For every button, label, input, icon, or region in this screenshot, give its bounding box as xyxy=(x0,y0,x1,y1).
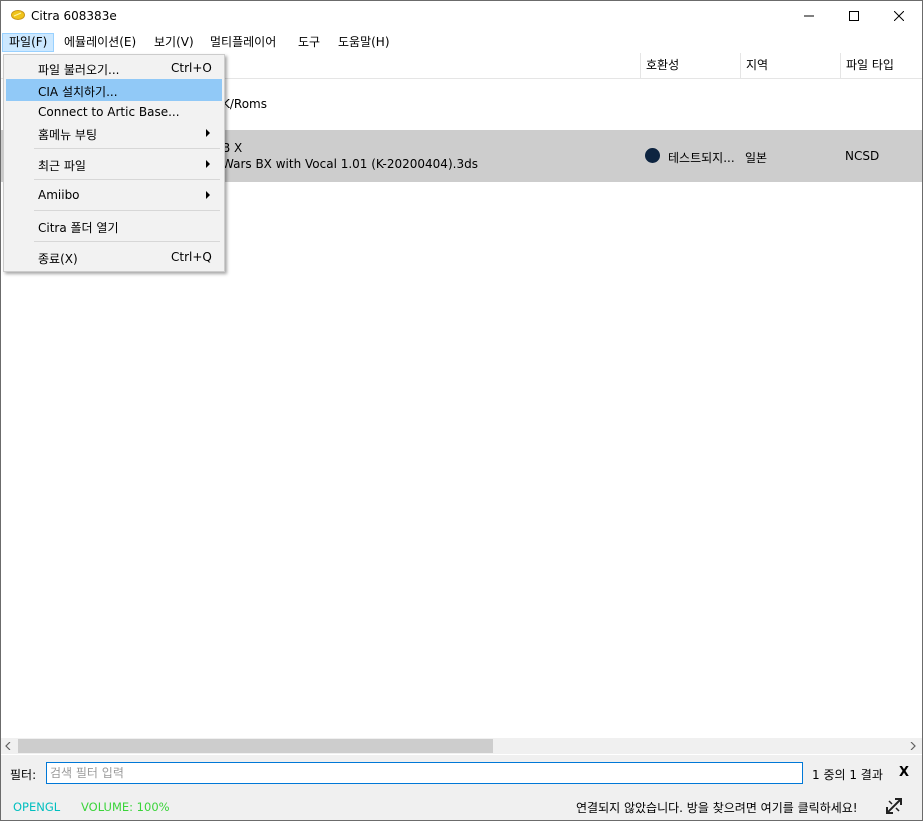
compatibility-indicator-icon xyxy=(645,148,660,163)
menu-item-label: 파일 불러오기... xyxy=(38,63,120,77)
menu-emulation[interactable]: 에뮬레이션(E) xyxy=(58,33,142,52)
maximize-icon xyxy=(848,11,859,21)
menu-separator xyxy=(34,179,220,180)
menu-separator xyxy=(34,210,220,211)
menu-item-exit[interactable]: 종료(X) Ctrl+Q xyxy=(6,246,222,268)
scroll-left-arrow-icon[interactable] xyxy=(4,742,12,750)
volume-status[interactable]: VOLUME: 100% xyxy=(81,800,170,814)
column-region[interactable]: 지역 xyxy=(741,53,768,78)
column-file-type[interactable]: 파일 타입 xyxy=(841,53,894,78)
menu-separator xyxy=(34,148,220,149)
game-region: 일본 xyxy=(745,151,768,165)
menu-item-recent-files[interactable]: 최근 파일 xyxy=(6,153,222,175)
menu-tools[interactable]: 도구 xyxy=(292,33,326,52)
search-filter-input[interactable] xyxy=(46,762,803,784)
maximize-button[interactable] xyxy=(831,1,876,31)
menu-item-install-cia[interactable]: CIA 설치하기... xyxy=(6,79,222,101)
menu-item-label: 홈메뉴 부팅 xyxy=(38,128,98,142)
menu-separator xyxy=(34,241,220,242)
game-title: B X xyxy=(222,141,243,155)
menu-item-label: Connect to Artic Base... xyxy=(38,105,180,119)
horizontal-scrollbar[interactable] xyxy=(1,738,922,754)
game-file-type: NCSD xyxy=(845,149,880,163)
menu-file[interactable]: 파일(F) xyxy=(2,33,55,52)
menu-item-boot-home-menu[interactable]: 홈메뉴 부팅 xyxy=(6,122,222,144)
menu-item-label: 종료(X) xyxy=(38,252,78,266)
network-status[interactable]: 연결되지 않았습니다. 방을 찾으려면 여기를 클릭하세요! xyxy=(576,799,858,816)
menu-item-label: CIA 설치하기... xyxy=(38,85,118,99)
menu-help[interactable]: 도움말(H) xyxy=(332,33,396,52)
graphics-api-status[interactable]: OPENGL xyxy=(13,800,60,814)
menu-item-load-file[interactable]: 파일 불러오기... Ctrl+O xyxy=(6,57,222,79)
menu-item-label: Citra 폴더 열기 xyxy=(38,221,119,235)
menu-multiplayer[interactable]: 멀티플레이어 xyxy=(204,33,282,52)
title-bar: Citra 608383e xyxy=(1,1,922,31)
game-compatibility: 테스트되지... xyxy=(668,151,735,165)
menu-item-open-citra-folder[interactable]: Citra 폴더 열기 xyxy=(6,215,222,237)
scroll-right-arrow-icon[interactable] xyxy=(909,742,917,750)
close-icon xyxy=(893,11,904,21)
file-menu-dropdown: 파일 불러오기... Ctrl+O CIA 설치하기... Connect to… xyxy=(3,54,225,272)
filter-result-count: 1 중의 1 결과 xyxy=(812,768,883,782)
menu-item-shortcut: Ctrl+Q xyxy=(171,250,212,264)
filter-label: 필터: xyxy=(10,768,37,782)
game-folder-path: K/Roms xyxy=(222,97,267,111)
submenu-arrow-icon xyxy=(206,191,210,199)
menu-item-shortcut: Ctrl+O xyxy=(171,61,212,75)
menu-item-amiibo[interactable]: Amiibo xyxy=(6,184,222,206)
game-file-name: Wars BX with Vocal 1.01 (K-20200404).3ds xyxy=(222,157,478,171)
submenu-arrow-icon xyxy=(206,129,210,137)
citra-logo-icon xyxy=(11,10,25,20)
filter-bar: 필터: 1 중의 1 결과 X xyxy=(1,755,922,791)
close-button[interactable] xyxy=(876,1,921,31)
main-window: Citra 608383e 파일(F) 에뮬레이션(E) 보기(V) 멀티플레이… xyxy=(0,0,923,821)
window-title: Citra 608383e xyxy=(31,9,117,23)
menu-view[interactable]: 보기(V) xyxy=(148,33,200,52)
submenu-arrow-icon xyxy=(206,160,210,168)
menu-bar: 파일(F) 에뮬레이션(E) 보기(V) 멀티플레이어 도구 도움말(H) xyxy=(1,32,922,53)
scrollbar-thumb[interactable] xyxy=(18,739,493,753)
status-bar: OPENGL VOLUME: 100% 연결되지 않았습니다. 방을 찾으려면 … xyxy=(1,791,922,820)
menu-item-connect-artic-base[interactable]: Connect to Artic Base... xyxy=(6,101,222,123)
menu-item-label: 최근 파일 xyxy=(38,159,86,173)
minimize-button[interactable] xyxy=(786,1,831,31)
network-disconnected-icon[interactable] xyxy=(885,797,903,815)
menu-item-label: Amiibo xyxy=(38,188,80,202)
column-compatibility[interactable]: 호환성 xyxy=(641,53,679,78)
clear-filter-button[interactable]: X xyxy=(899,765,909,780)
minimize-icon xyxy=(803,15,814,17)
